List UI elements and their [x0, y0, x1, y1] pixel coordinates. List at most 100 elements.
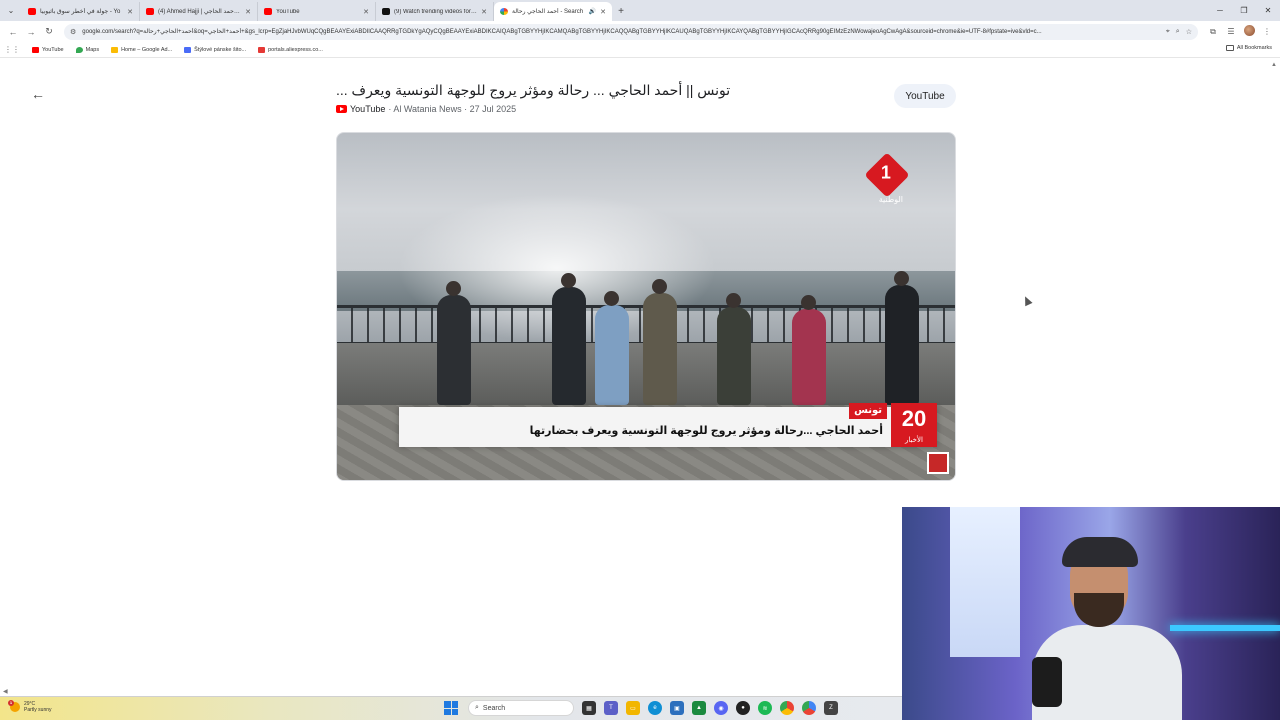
spotify-icon[interactable]: ≋	[758, 701, 772, 715]
all-bookmarks[interactable]: All Bookmarks	[1225, 45, 1272, 51]
bookmark-label: Maps	[85, 46, 100, 53]
webcam-window	[950, 507, 1020, 657]
video-title[interactable]: تونس || أحمد الحاجي ... رحالة ومؤثر يروج…	[336, 82, 856, 99]
bookmark-label: YouTube	[42, 46, 64, 53]
back-button[interactable]: ←	[28, 84, 48, 104]
window-controls: ─ ❐ ✕	[1208, 0, 1280, 21]
star-icon[interactable]: ☆	[1186, 28, 1192, 36]
weather-sun-icon: 1	[8, 700, 20, 712]
minimize-icon[interactable]: ─	[1208, 0, 1232, 21]
close-icon[interactable]: ✕	[245, 8, 251, 16]
forward-arrow-icon[interactable]: →	[22, 23, 40, 41]
location-icon[interactable]: ⌖	[1166, 28, 1170, 36]
taskbar-search-label: Search	[482, 704, 506, 712]
avatar	[1243, 25, 1255, 36]
tab-2[interactable]: (4) Ahmed Hajji | أحمد الحاجي - Y ✕	[140, 2, 258, 21]
close-icon[interactable]: ✕	[363, 8, 369, 16]
bookmark-label: portals.aliexpress.co...	[268, 46, 323, 53]
webcam-person-cap	[1062, 537, 1138, 567]
weather-desc: Partly sunny	[24, 707, 52, 713]
zoom-icon[interactable]: ⌕	[1176, 28, 1180, 36]
windows-start-icon[interactable]	[444, 701, 458, 715]
profile-avatar[interactable]	[1240, 25, 1258, 38]
apps-grid-icon[interactable]: ⋮⋮	[4, 45, 20, 54]
tab-title: YouTube	[276, 8, 300, 15]
channel-logo-text: الوطنية	[878, 195, 903, 204]
task-view-icon[interactable]: ▦	[582, 701, 596, 715]
bookmark-maps[interactable]: Maps	[75, 46, 100, 53]
app-z-icon[interactable]: Z	[824, 701, 838, 715]
close-icon[interactable]: ✕	[600, 8, 606, 16]
google-icon	[500, 8, 508, 15]
bookmark-google-ads[interactable]: Home – Google Ad...	[111, 46, 173, 53]
chrome-icon[interactable]	[780, 701, 794, 715]
youtube-chip-button[interactable]: YouTube	[894, 84, 956, 108]
scroll-up-arrow-icon[interactable]: ▲	[1271, 62, 1277, 68]
close-window-icon[interactable]: ✕	[1256, 0, 1280, 21]
aliexpress-icon	[258, 46, 266, 53]
youtube-icon	[28, 8, 36, 15]
youtube-icon	[146, 8, 154, 15]
close-icon[interactable]: ✕	[127, 8, 133, 16]
folder-icon	[1225, 45, 1234, 51]
corner-watermark-logo	[927, 452, 949, 474]
address-bar[interactable]: ⚙ google.com/search?q=أحمد+الحاجي+رحالة&…	[64, 23, 1198, 40]
channel-logo: 1	[864, 152, 910, 198]
browser-toolbar: ← → ↻ ⚙ google.com/search?q=أحمد+الحاجي+…	[0, 21, 1280, 42]
edge-icon[interactable]: e	[648, 701, 662, 715]
tab-5-active[interactable]: أحمد الحاجي رحالة - Search 🔊 ✕	[494, 2, 612, 21]
menu-dots-icon[interactable]: ⋮	[1258, 27, 1276, 36]
tab-title: أحمد الحاجي رحالة - Search	[512, 9, 584, 15]
discord-icon[interactable]: ◉	[714, 701, 728, 715]
speaker-icon[interactable]: 🔊	[589, 8, 596, 15]
taskbar-search[interactable]: ⌕ Search	[468, 700, 574, 716]
chrome-alt-icon[interactable]	[802, 701, 816, 715]
site-info-icon[interactable]: ⚙	[70, 28, 76, 36]
youtube-icon	[32, 46, 39, 53]
news-headline: أحمد الحاجي ...رحالة ومؤثر يروج للوجهة ا…	[529, 425, 883, 437]
store-icon[interactable]: ▣	[670, 701, 684, 715]
webcam-person-beard	[1074, 593, 1124, 627]
youtube-icon	[264, 8, 272, 15]
windows-taskbar: 1 29°C Partly sunny ⌕ Search ▦ T ▭ e ▣ ▲ …	[0, 696, 902, 720]
video-person	[552, 273, 586, 405]
weather-widget[interactable]: 1 29°C Partly sunny	[8, 700, 52, 713]
mouse-cursor-icon	[1021, 294, 1033, 307]
restore-icon[interactable]: ❐	[1232, 0, 1256, 21]
tab-4[interactable]: (9) Watch trending videos for yo ✕	[376, 2, 494, 21]
file-explorer-icon[interactable]: ▭	[626, 701, 640, 715]
bookmark-label: Home – Google Ad...	[121, 46, 173, 53]
news-kicker: تونس	[849, 403, 887, 419]
star-burst-icon	[184, 46, 192, 53]
teams-icon[interactable]: T	[604, 701, 618, 715]
bookmark-label: Štýlové pánske šito...	[194, 46, 247, 53]
bookmark-aliexpress[interactable]: portals.aliexpress.co...	[258, 46, 323, 53]
source-name: YouTube	[350, 104, 386, 114]
photos-icon[interactable]: ▲	[692, 701, 706, 715]
video-person	[643, 279, 677, 405]
video-person	[595, 291, 629, 405]
scroll-left-arrow-icon[interactable]: ◀	[3, 688, 8, 695]
tab-3[interactable]: YouTube ✕	[258, 2, 376, 21]
close-icon[interactable]: ✕	[481, 8, 487, 16]
youtube-icon	[336, 105, 347, 113]
back-arrow-icon[interactable]: ←	[4, 23, 22, 41]
webcam-microphone	[1032, 657, 1062, 707]
tab-search-icon[interactable]: ⌄	[0, 0, 22, 21]
reload-icon[interactable]: ↻	[40, 23, 58, 41]
search-icon: ⌕	[475, 704, 479, 711]
taskbar-icons: ⌕ Search ▦ T ▭ e ▣ ▲ ◉ ● ≋ Z	[444, 700, 846, 716]
extensions-icon[interactable]: ⧉	[1204, 27, 1222, 37]
tab-1[interactable]: جولة في أخطر سوق بأثيوبيا - Yo ✕	[22, 2, 140, 21]
maps-pin-icon	[75, 46, 83, 53]
bookmark-stylove[interactable]: Štýlové pánske šito...	[184, 46, 247, 53]
tab-title: جولة في أخطر سوق بأثيوبيا - Yo	[40, 9, 121, 15]
webcam-overlay	[902, 507, 1280, 720]
app-icon[interactable]: ●	[736, 701, 750, 715]
new-tab-button[interactable]: +	[612, 2, 630, 21]
video-player[interactable]: 1 الوطنية 20 الأخبار تونس أحمد الحاجي ...…	[336, 132, 956, 481]
bookmark-youtube[interactable]: YouTube	[32, 46, 64, 53]
webcam-led-shelf	[1170, 625, 1280, 631]
tab-manager-icon[interactable]: ☰	[1222, 27, 1240, 36]
news-lower-third: 20 الأخبار تونس أحمد الحاجي ...رحالة ومؤث…	[399, 403, 937, 447]
